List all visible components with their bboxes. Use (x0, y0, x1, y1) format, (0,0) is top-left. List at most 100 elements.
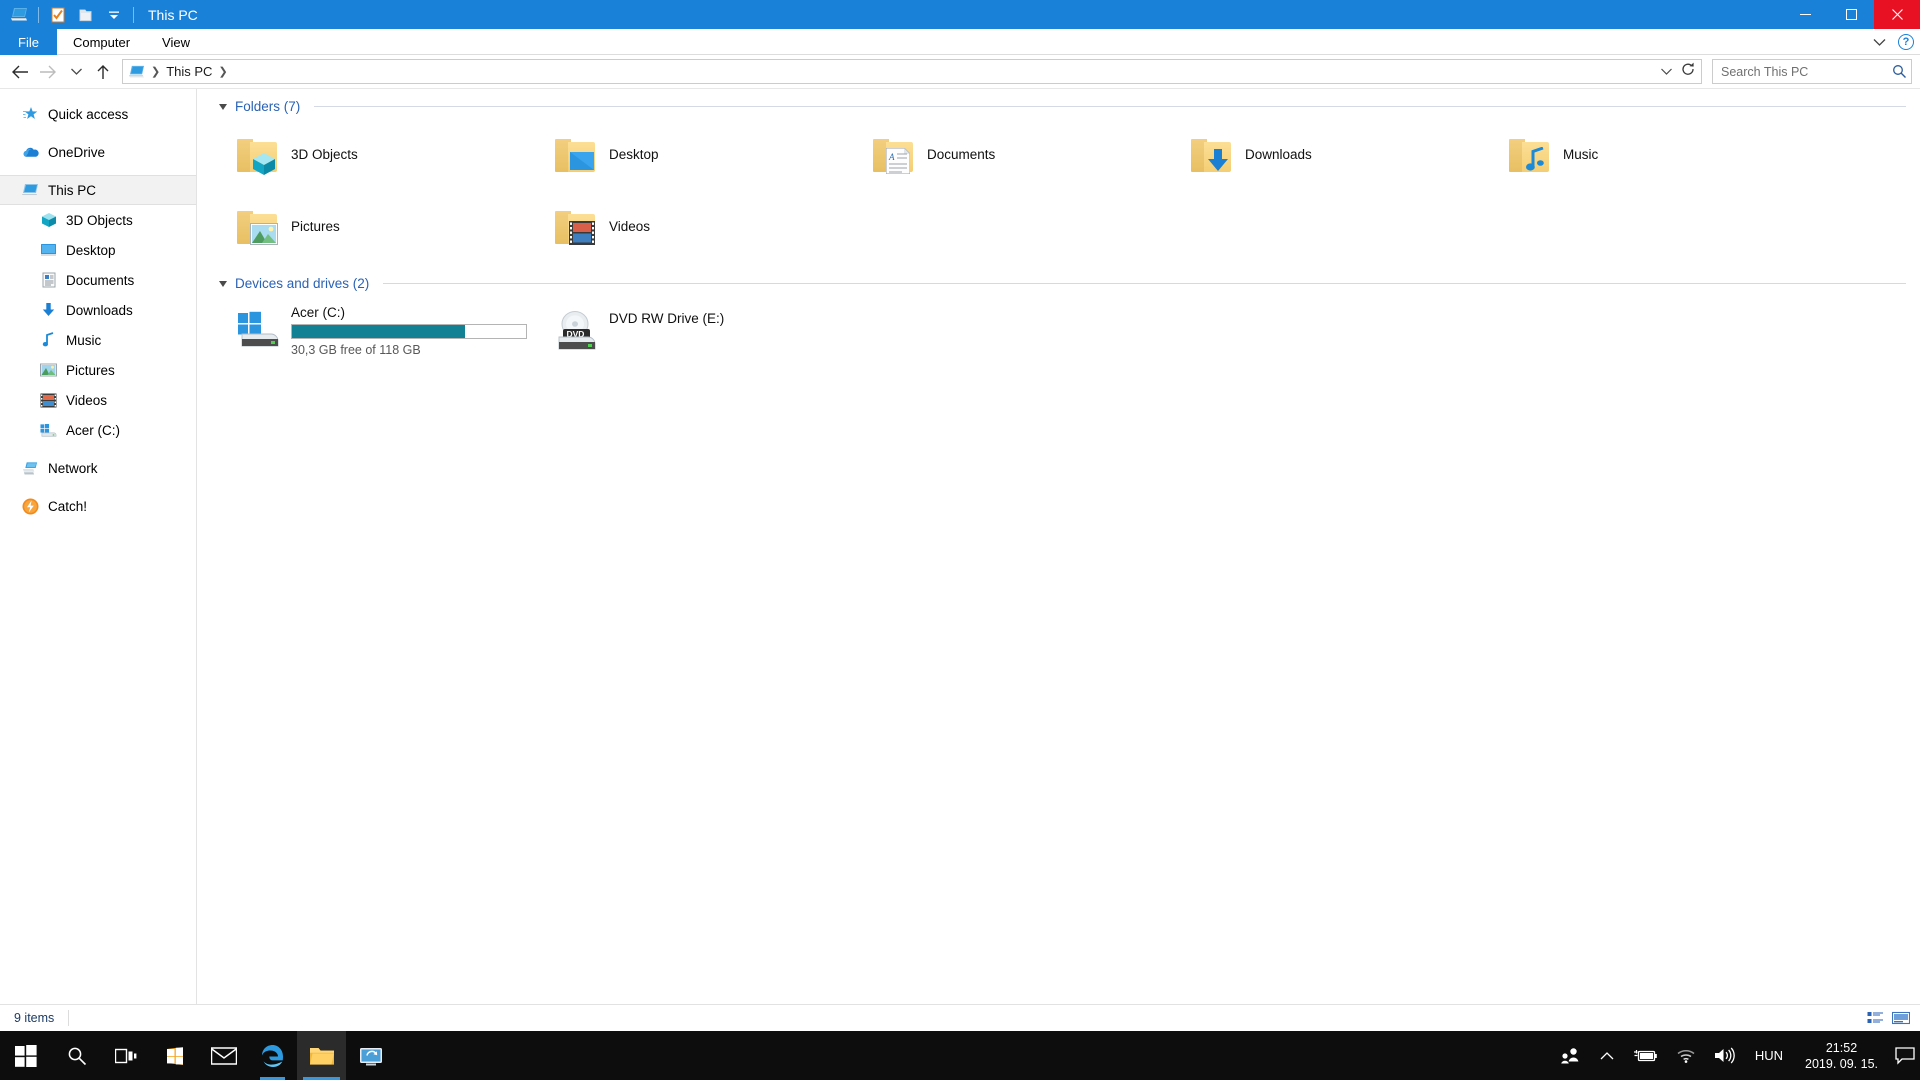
sidebar-item-onedrive[interactable]: OneDrive (0, 137, 196, 167)
customize-dropdown-icon[interactable] (101, 2, 127, 28)
breadcrumb[interactable]: ❯ This PC ❯ (129, 64, 228, 79)
folders-tile-list: 3D Objects Desktop A Documents Downloads… (219, 118, 1920, 262)
microsoft-store-icon[interactable] (150, 1031, 199, 1080)
up-arrow-icon[interactable] (90, 57, 116, 87)
battery-charging-icon[interactable] (1623, 1031, 1667, 1080)
sidebar-item-videos[interactable]: Videos (0, 385, 196, 415)
group-title: Folders (7) (235, 99, 301, 114)
collapse-triangle-icon[interactable] (219, 280, 227, 287)
ribbon-right-controls: ? (1870, 29, 1914, 55)
tab-computer[interactable]: Computer (57, 29, 146, 55)
language-indicator[interactable]: HUN (1745, 1048, 1793, 1063)
pictures-icon (40, 362, 57, 379)
item-documents[interactable]: A Documents (855, 118, 1173, 190)
cloud-icon (22, 144, 39, 161)
sidebar-item-this-pc[interactable]: This PC (0, 175, 196, 205)
refresh-icon[interactable] (1681, 62, 1695, 81)
documents-icon (40, 272, 57, 289)
sidebar-label: Desktop (66, 242, 116, 258)
search-icon[interactable] (1892, 64, 1907, 79)
item-label: Downloads (1245, 146, 1312, 162)
item-desktop[interactable]: Desktop (537, 118, 855, 190)
properties-icon[interactable] (45, 2, 71, 28)
task-view-icon[interactable] (101, 1031, 150, 1080)
folder-documents-icon: A (871, 131, 917, 177)
cube-icon (40, 212, 57, 229)
breadcrumb-item-this-pc[interactable]: This PC (166, 64, 212, 79)
videos-icon (40, 392, 57, 409)
minimize-button[interactable] (1782, 0, 1828, 29)
group-header-folders[interactable]: Folders (7) (219, 99, 1920, 114)
collapse-triangle-icon[interactable] (219, 103, 227, 110)
large-icons-view-icon[interactable] (1890, 1008, 1912, 1028)
sidebar-label: Catch! (48, 498, 88, 514)
sidebar-item-network[interactable]: Network (0, 453, 196, 483)
breadcrumb-separator-2[interactable]: ❯ (218, 65, 227, 78)
close-button[interactable] (1874, 0, 1920, 29)
drives-tile-list: Acer (C:) 30,3 GB free of 118 GB DVD DVD… (219, 295, 1920, 367)
work-area: Quick access OneDrive This PC 3D Objects… (0, 89, 1920, 1004)
recent-locations-icon[interactable] (62, 57, 90, 87)
sidebar-item-acer-c[interactable]: Acer (C:) (0, 415, 196, 445)
maximize-button[interactable] (1828, 0, 1874, 29)
item-dvd-rw-drive-e[interactable]: DVD DVD RW Drive (E:) (537, 295, 855, 367)
windows-start-icon[interactable] (0, 1031, 52, 1080)
help-icon[interactable]: ? (1898, 34, 1914, 50)
sidebar-item-music[interactable]: Music (0, 325, 196, 355)
address-dropdown-icon[interactable] (1660, 63, 1673, 81)
item-videos[interactable]: Videos (537, 190, 855, 262)
sidebar-item-desktop[interactable]: Desktop (0, 235, 196, 265)
search-input[interactable]: Search This PC (1712, 59, 1912, 84)
file-explorer-icon[interactable] (297, 1031, 346, 1080)
file-list-pane[interactable]: Folders (7) 3D Objects Desktop A Documen… (197, 89, 1920, 1004)
music-icon (40, 332, 57, 349)
taskbar-search-icon[interactable] (52, 1031, 101, 1080)
item-acer-c[interactable]: Acer (C:) 30,3 GB free of 118 GB (219, 295, 537, 367)
details-view-icon[interactable] (1864, 1008, 1886, 1028)
sidebar-item-downloads[interactable]: Downloads (0, 295, 196, 325)
drive-capacity-fill (292, 325, 466, 338)
sidebar-item-3d-objects[interactable]: 3D Objects (0, 205, 196, 235)
sidebar-label: Network (48, 460, 98, 476)
group-divider (314, 106, 1906, 107)
windows-drive-icon (235, 311, 281, 353)
item-label: Desktop (609, 146, 659, 162)
item-label: Documents (927, 146, 996, 162)
show-hidden-icons-icon[interactable] (1591, 1031, 1623, 1080)
sidebar-item-catch[interactable]: Catch! (0, 491, 196, 521)
address-right-controls (1660, 62, 1699, 81)
drive-info: Acer (C:) 30,3 GB free of 118 GB (291, 303, 527, 357)
tab-file[interactable]: File (0, 29, 57, 55)
this-pc-icon[interactable] (6, 2, 32, 28)
expand-ribbon-icon[interactable] (1870, 33, 1888, 51)
sidebar-label: Pictures (66, 362, 115, 378)
tab-view[interactable]: View (146, 29, 206, 55)
sidebar-label: 3D Objects (66, 212, 133, 228)
item-downloads[interactable]: Downloads (1173, 118, 1491, 190)
edge-icon[interactable] (248, 1031, 297, 1080)
pc-icon (22, 182, 39, 199)
sidebar-item-pictures[interactable]: Pictures (0, 355, 196, 385)
sidebar-label: Documents (66, 272, 135, 288)
sidebar-item-quick-access[interactable]: Quick access (0, 99, 196, 129)
item-pictures[interactable]: Pictures (219, 190, 537, 262)
sidebar-item-documents[interactable]: Documents (0, 265, 196, 295)
back-arrow-icon[interactable] (6, 57, 34, 87)
item-3d-objects[interactable]: 3D Objects (219, 118, 537, 190)
item-music[interactable]: Music (1491, 118, 1809, 190)
sidebar-label: Quick access (48, 106, 129, 122)
group-header-devices[interactable]: Devices and drives (2) (219, 276, 1920, 291)
navigation-pane[interactable]: Quick access OneDrive This PC 3D Objects… (0, 89, 197, 1004)
mail-icon[interactable] (199, 1031, 248, 1080)
new-folder-icon[interactable] (73, 2, 99, 28)
clock[interactable]: 21:52 2019. 09. 15. (1793, 1031, 1890, 1080)
wifi-icon[interactable] (1667, 1031, 1705, 1080)
address-input[interactable]: ❯ This PC ❯ (122, 59, 1702, 84)
volume-icon[interactable] (1705, 1031, 1745, 1080)
app-icon[interactable] (346, 1031, 395, 1080)
breadcrumb-separator-1[interactable]: ❯ (151, 65, 160, 78)
ribbon-tabs: File Computer View ? (0, 29, 1920, 55)
action-center-icon[interactable] (1890, 1031, 1920, 1080)
people-icon[interactable] (1551, 1031, 1591, 1080)
